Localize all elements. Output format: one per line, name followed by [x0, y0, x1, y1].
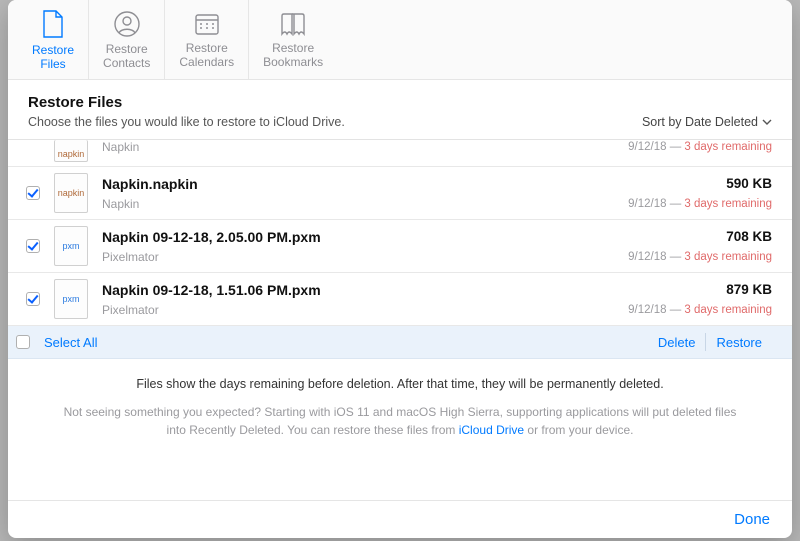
file-size: 590 KB	[602, 176, 772, 191]
tab-label-b: Contacts	[103, 56, 150, 70]
tab-restore-calendars[interactable]: Restore Calendars	[165, 0, 249, 79]
icloud-drive-link[interactable]: iCloud Drive	[459, 423, 524, 437]
file-source: Napkin	[102, 140, 598, 154]
subtitle-row: Choose the files you would like to resto…	[8, 115, 792, 139]
restore-button[interactable]: Restore	[706, 335, 772, 350]
note-secondary: Not seeing something you expected? Start…	[58, 403, 742, 439]
file-type-icon: pxm	[54, 226, 88, 266]
footnotes: Files show the days remaining before del…	[8, 359, 792, 439]
select-all-link[interactable]: Select All	[44, 335, 97, 350]
bookmark-icon	[278, 11, 308, 37]
file-list: napkin Napkin 9/12/18 — 3 days remaining…	[8, 139, 792, 359]
file-type-icon: pxm	[54, 279, 88, 319]
done-button[interactable]: Done	[734, 511, 770, 528]
tab-label-b: Files	[40, 57, 65, 71]
subtitle: Choose the files you would like to resto…	[28, 115, 345, 129]
file-checkbox[interactable]	[26, 292, 40, 306]
select-all-checkbox[interactable]	[16, 335, 30, 349]
tab-label-a: Restore	[106, 42, 148, 56]
file-name: Napkin 09-12-18, 1.51.06 PM.pxm	[102, 282, 598, 298]
chevron-down-icon	[762, 119, 772, 125]
file-row[interactable]: pxm Napkin 09-12-18, 2.05.00 PM.pxm 708 …	[8, 220, 792, 273]
delete-button[interactable]: Delete	[648, 335, 706, 350]
file-source: Pixelmator	[102, 303, 598, 317]
tab-label-b: Bookmarks	[263, 55, 323, 69]
file-source: Pixelmator	[102, 250, 598, 264]
file-checkbox[interactable]	[26, 239, 40, 253]
file-meta: 9/12/18 — 3 days remaining	[602, 141, 772, 153]
file-type-icon: napkin	[54, 173, 88, 213]
file-row[interactable]: napkin Napkin.napkin 590 KB Napkin 9/12/…	[8, 167, 792, 220]
file-meta: 9/12/18 — 3 days remaining	[602, 251, 772, 263]
file-size: 879 KB	[602, 282, 772, 297]
tab-restore-files[interactable]: Restore Files	[18, 0, 89, 79]
file-size: 708 KB	[602, 229, 772, 244]
action-bar: Select All Delete Restore	[8, 326, 792, 359]
page-title: Restore Files	[8, 80, 792, 115]
tab-label-a: Restore	[32, 43, 74, 57]
file-name: Napkin.napkin	[102, 176, 598, 192]
contact-icon	[113, 10, 141, 38]
file-row[interactable]: pxm Napkin 09-12-18, 1.51.06 PM.pxm 879 …	[8, 273, 792, 326]
file-meta: 9/12/18 — 3 days remaining	[602, 304, 772, 316]
file-type-icon: napkin	[54, 140, 88, 162]
tab-restore-bookmarks[interactable]: Restore Bookmarks	[249, 0, 337, 79]
restore-sheet: Restore Files Restore Contacts Restore C…	[8, 0, 792, 538]
file-name: Napkin 09-12-18, 2.05.00 PM.pxm	[102, 229, 598, 245]
file-icon	[40, 9, 66, 39]
sort-button[interactable]: Sort by Date Deleted	[642, 115, 772, 129]
tab-label-a: Restore	[272, 41, 314, 55]
note-primary: Files show the days remaining before del…	[58, 377, 742, 391]
tab-label-b: Calendars	[179, 55, 234, 69]
calendar-icon	[193, 11, 221, 37]
sort-label: Sort by Date Deleted	[642, 115, 758, 129]
file-meta: 9/12/18 — 3 days remaining	[602, 198, 772, 210]
file-row-partial[interactable]: napkin Napkin 9/12/18 — 3 days remaining	[8, 140, 792, 167]
tab-restore-contacts[interactable]: Restore Contacts	[89, 0, 165, 79]
file-checkbox[interactable]	[26, 186, 40, 200]
content: Restore Files Choose the files you would…	[8, 80, 792, 500]
tab-label-a: Restore	[186, 41, 228, 55]
footer: Done	[8, 500, 792, 538]
toolbar: Restore Files Restore Contacts Restore C…	[8, 0, 792, 80]
file-source: Napkin	[102, 197, 598, 211]
